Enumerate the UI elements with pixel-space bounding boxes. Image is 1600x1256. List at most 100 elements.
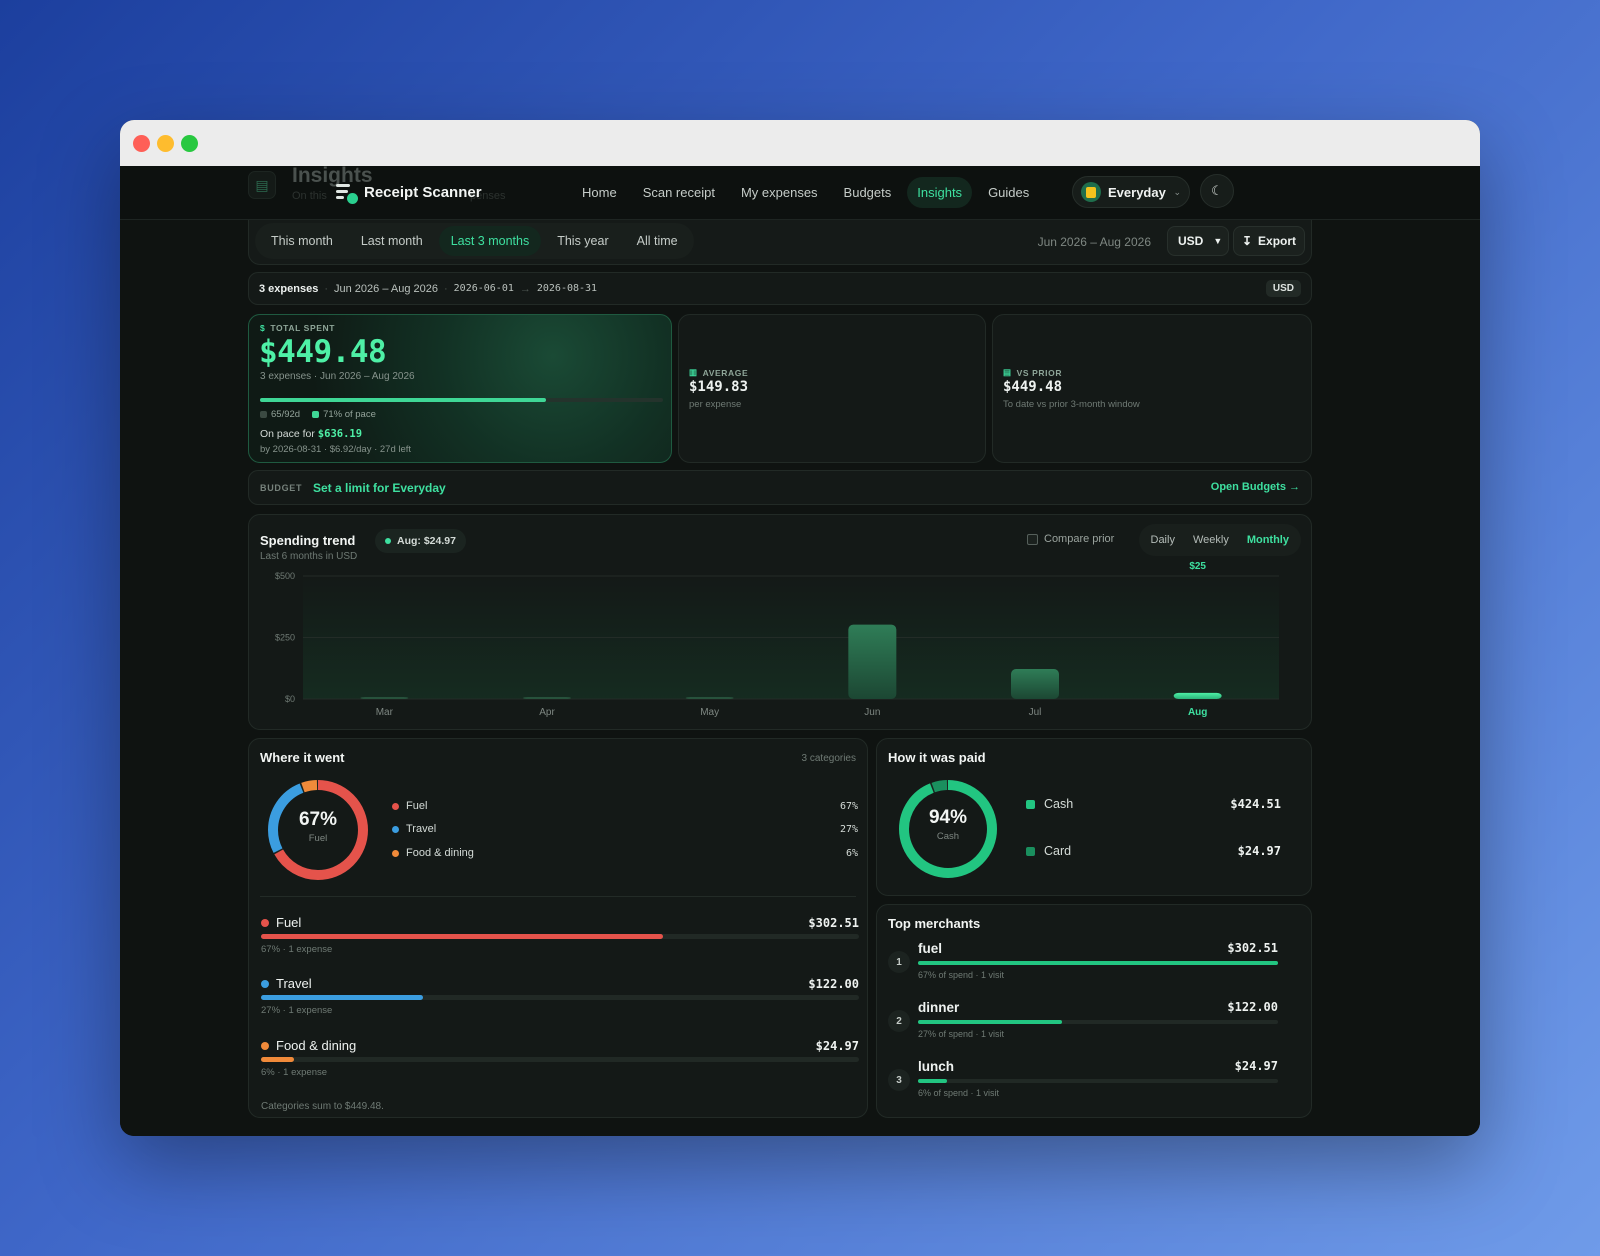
legend-pct: 67% — [839, 800, 858, 812]
category-name: Food & dining — [276, 1038, 357, 1053]
close-window-button[interactable] — [133, 135, 150, 152]
download-icon: ↧ — [1241, 234, 1253, 248]
chevron-down-icon: ⌄ — [1173, 186, 1181, 197]
on-pace-line: On pace for $636.19 — [260, 428, 362, 440]
range-all-time[interactable]: All time — [625, 226, 690, 256]
compare-checkbox[interactable] — [1027, 533, 1038, 545]
category-row-travel[interactable]: Travel $122.00 27% · 1 expense — [261, 976, 859, 1016]
bar-aug[interactable] — [1173, 692, 1222, 699]
x-tick-label: Apr — [539, 707, 555, 718]
open-budgets-link[interactable]: Open Budgets → — [1211, 481, 1300, 493]
on-pace-value: $636.19 — [317, 428, 363, 440]
top-navigation: ▤ Insights On this penses Receipt Scanne… — [120, 166, 1480, 220]
vs-prior-sub: To date vs prior 3-month window — [1003, 399, 1140, 410]
gran-monthly[interactable]: Monthly — [1239, 528, 1297, 552]
legend-fuel: Fuel 67% — [392, 800, 858, 812]
granularity-tabs: Daily Weekly Monthly — [1138, 524, 1301, 556]
days-elapsed: 65/92d — [271, 409, 301, 420]
nav-guides[interactable]: Guides — [978, 177, 1039, 208]
window-titlebar — [120, 120, 1480, 166]
payment-amount: $424.51 — [1230, 797, 1281, 811]
category-center-pct: 67% — [298, 809, 338, 830]
total-spent-card: $ TOTAL SPENT $449.48 3 expenses · Jun 2… — [248, 314, 672, 463]
trend-subtitle: Last 6 months in USD — [260, 551, 358, 562]
total-spent-meta: 3 expenses · Jun 2026 – Aug 2026 — [260, 371, 415, 382]
expense-count: 3 expenses — [259, 282, 319, 295]
export-button[interactable]: ↧ Export — [1233, 226, 1305, 256]
payment-amount: $24.97 — [1237, 844, 1281, 858]
merchant-amount: $302.51 — [1227, 941, 1278, 955]
payment-center-label: Cash — [936, 831, 960, 842]
nav-my-expenses[interactable]: My expenses — [731, 177, 828, 208]
nav-budgets[interactable]: Budgets — [834, 177, 902, 208]
nav-links: Home Scan receipt My expenses Budgets In… — [572, 177, 1039, 208]
highlight-value: Aug: $24.97 — [397, 535, 456, 547]
maximize-window-button[interactable] — [181, 135, 198, 152]
average-value: $149.83 — [689, 379, 749, 395]
bar-value-label: $25 — [1189, 561, 1206, 572]
vs-prior-label: VS PRIOR — [1016, 367, 1063, 378]
average-sub: per expense — [689, 399, 742, 410]
theme-toggle-button[interactable]: ☾ — [1200, 174, 1234, 208]
minimize-window-button[interactable] — [157, 135, 174, 152]
compare-prior-toggle[interactable]: Compare prior — [1027, 533, 1114, 545]
bar-jul[interactable] — [1011, 668, 1059, 699]
range-this-month[interactable]: This month — [259, 226, 345, 256]
total-spent-value: $449.48 — [259, 334, 387, 370]
currency-select[interactable]: USD ▼ — [1167, 226, 1229, 256]
merchant-rank: 3 — [888, 1069, 910, 1091]
notebook-icon — [1081, 182, 1101, 202]
y-tick-label: $0 — [285, 694, 295, 704]
bar-mar[interactable] — [360, 697, 409, 699]
chart-icon: ▥ — [689, 367, 698, 377]
range-last-month[interactable]: Last month — [349, 226, 435, 256]
spending-trend-card: $500 $250 $0 Mar Apr May Jun Jul Aug $25 Spending… — [248, 514, 1312, 730]
set-budget-link[interactable]: Set a limit for Everyday — [313, 481, 446, 495]
merchant-bar-fill — [918, 1020, 1062, 1024]
category-meta: 67% · 1 expense — [261, 944, 333, 955]
y-tick-label: $250 — [275, 633, 295, 643]
vs-prior-card: ▤ VS PRIOR $449.48 To date vs prior 3-mo… — [992, 314, 1312, 463]
category-name: Fuel — [276, 915, 302, 930]
budget-bar: BUDGET Set a limit for Everyday Open Bud… — [248, 470, 1312, 505]
divider — [260, 896, 856, 897]
currency-badge: USD — [1265, 280, 1301, 297]
category-row-fuel[interactable]: Fuel $302.51 67% · 1 expense — [261, 915, 859, 955]
category-amount: $24.97 — [815, 1038, 859, 1053]
category-amount: $302.51 — [808, 915, 859, 930]
merchant-meta: 27% of spend · 1 visit — [918, 1029, 1005, 1039]
x-tick-label: Jun — [864, 707, 880, 718]
currency-value: USD — [1178, 234, 1204, 248]
nav-insights[interactable]: Insights — [907, 177, 973, 208]
gran-daily[interactable]: Daily — [1143, 528, 1183, 552]
range-this-year[interactable]: This year — [545, 226, 620, 256]
category-row-food-dining[interactable]: Food & dining $24.97 6% · 1 expense — [261, 1038, 859, 1078]
nav-home[interactable]: Home — [572, 177, 627, 208]
receipt-check-icon — [334, 181, 358, 204]
profile-switcher[interactable]: Everyday ⌄ — [1072, 176, 1190, 208]
merchant-meta: 6% of spend · 1 visit — [918, 1088, 1000, 1098]
chevron-down-icon: ▼ — [1213, 236, 1223, 246]
legend-food-dining: Food & dining 6% — [392, 847, 858, 859]
legend-pct: 6% — [845, 847, 858, 859]
nav-scan-receipt[interactable]: Scan receipt — [633, 177, 725, 208]
category-meta: 27% · 1 expense — [261, 1005, 333, 1016]
bar-jun[interactable] — [848, 624, 897, 699]
payment-row-cash: Cash $424.51 — [1026, 797, 1281, 811]
bar-apr[interactable] — [523, 697, 571, 699]
arrow-icon: → — [519, 282, 531, 295]
payment-center-pct: 94% — [928, 807, 968, 828]
gran-weekly[interactable]: Weekly — [1185, 528, 1237, 552]
insights-page-icon: ▤ — [248, 171, 276, 199]
browser-window: ▤ Insights On this penses Receipt Scanne… — [120, 120, 1480, 1136]
trend-title: Spending trend — [260, 533, 356, 548]
bar-may[interactable] — [685, 697, 734, 699]
range-last-3-months[interactable]: Last 3 months — [438, 226, 542, 256]
merchant-name: lunch — [918, 1059, 954, 1074]
export-label: Export — [1258, 234, 1297, 248]
legend-travel: Travel 27% — [392, 823, 858, 835]
merchant-meta: 67% of spend · 1 visit — [918, 970, 1005, 980]
x-tick-label: May — [700, 707, 719, 718]
brand-logo[interactable]: Receipt Scanner — [334, 181, 482, 204]
top-merchants-card: Top merchants 1 fuel $302.51 67% of spend… — [876, 904, 1312, 1118]
